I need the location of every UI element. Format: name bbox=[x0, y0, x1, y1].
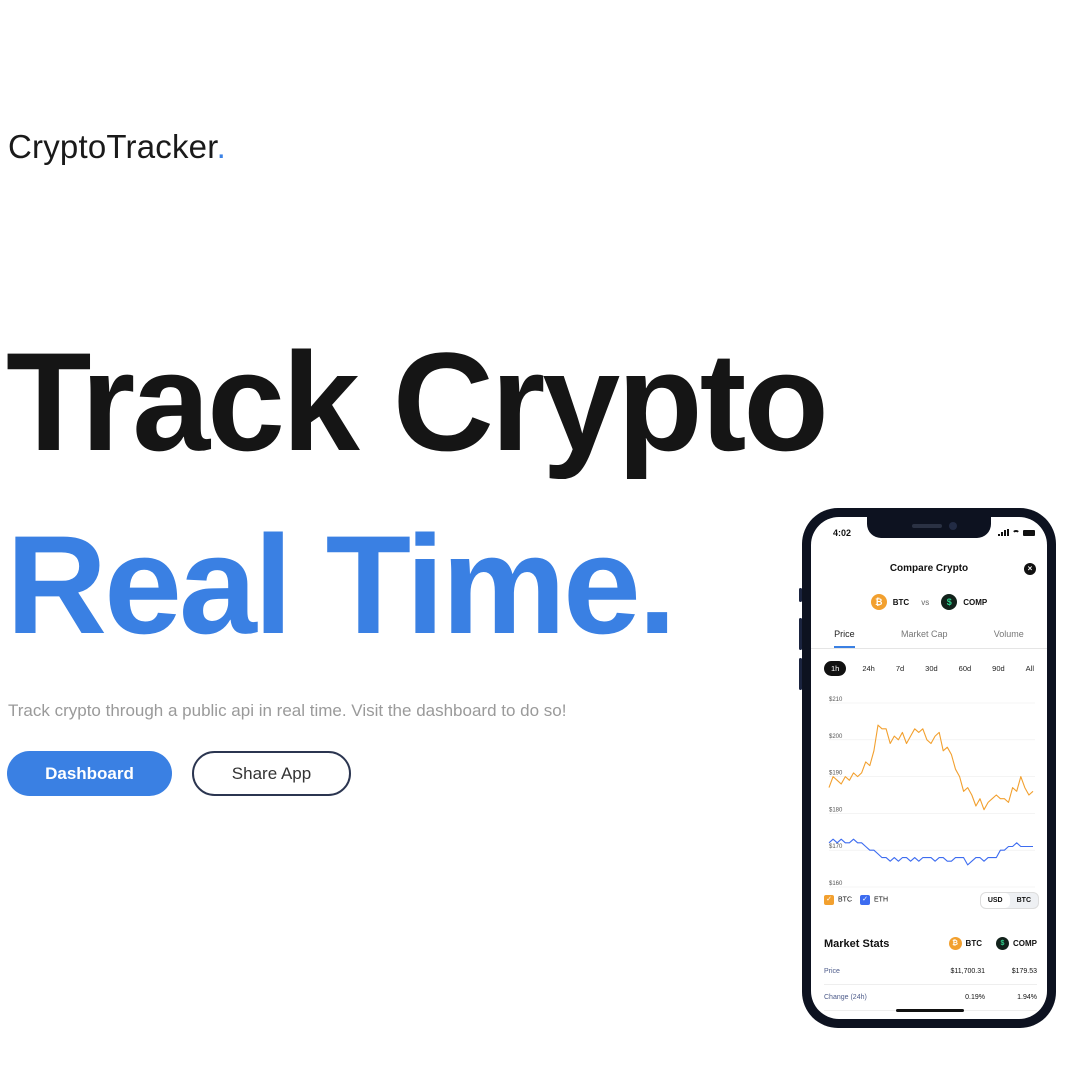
coin2-symbol[interactable]: COMP bbox=[963, 598, 987, 607]
bitcoin-icon: ₿ bbox=[948, 937, 962, 950]
y-tick-label: $160 bbox=[829, 881, 843, 887]
status-icons bbox=[998, 529, 1035, 536]
compound-icon: $ bbox=[941, 594, 958, 610]
hero-title-line2: Real Time. bbox=[6, 506, 677, 663]
signal-icon bbox=[998, 529, 1009, 536]
stats-label: Price bbox=[824, 968, 840, 975]
chart-legend: ✓ BTC ✓ ETH bbox=[824, 895, 888, 905]
stats-value-btc: 0.19% bbox=[965, 994, 985, 1001]
tab-market-cap[interactable]: Market Cap bbox=[901, 625, 948, 648]
coin-pair: ₿ BTC vs $ COMP bbox=[811, 594, 1047, 610]
y-tick-label: $180 bbox=[829, 807, 843, 813]
phone-mockup: 4:02 Compare Crypto × ₿ BTC vs $ COMP Pr… bbox=[799, 508, 1056, 1028]
tab-price[interactable]: Price bbox=[834, 625, 855, 648]
brand-name: CryptoTracker bbox=[8, 128, 217, 165]
brand-logo[interactable]: CryptoTracker. bbox=[8, 128, 226, 166]
range-90d[interactable]: 90d bbox=[987, 661, 1010, 676]
y-tick-label: $210 bbox=[829, 697, 843, 703]
check-icon: ✓ bbox=[824, 895, 834, 905]
currency-toggle: USD BTC bbox=[979, 892, 1039, 909]
price-chart: $210 $200 $190 $180 $170 $160 bbox=[828, 697, 1035, 888]
compare-title: Compare Crypto bbox=[889, 563, 969, 574]
phone-mute-switch bbox=[799, 588, 802, 602]
y-tick-label: $170 bbox=[829, 844, 843, 850]
wifi-icon bbox=[1012, 530, 1020, 536]
brand-dot: . bbox=[216, 128, 226, 165]
phone-volume-up bbox=[799, 618, 802, 650]
legend-btc-label: BTC bbox=[838, 896, 852, 904]
metric-tabs: Price Market Cap Volume bbox=[811, 625, 1047, 649]
series-line-btc bbox=[828, 724, 1034, 811]
bitcoin-icon: ₿ bbox=[870, 594, 887, 610]
stats-row-price: Price $11,700.31 $179.53 bbox=[824, 968, 1037, 985]
range-24h[interactable]: 24h bbox=[857, 661, 880, 676]
compound-icon: $ bbox=[996, 937, 1009, 950]
range-30d[interactable]: 30d bbox=[920, 661, 943, 676]
stats-coin1: BTC bbox=[965, 939, 982, 948]
time-range-selector: 1h 24h 7d 30d 60d 90d All bbox=[824, 661, 1039, 676]
status-time: 4:02 bbox=[833, 528, 852, 538]
dashboard-button[interactable]: Dashboard bbox=[7, 751, 172, 796]
currency-usd[interactable]: USD bbox=[980, 893, 1010, 908]
currency-btc[interactable]: BTC bbox=[1010, 893, 1038, 908]
phone-volume-down bbox=[799, 658, 802, 690]
stats-label: Change (24h) bbox=[824, 994, 867, 1001]
stats-value-comp: $179.53 bbox=[1011, 968, 1037, 975]
range-1h[interactable]: 1h bbox=[824, 661, 847, 676]
phone-notch bbox=[867, 517, 991, 538]
y-tick-label: $190 bbox=[829, 771, 843, 777]
legend-eth-label: ETH bbox=[874, 896, 888, 904]
coin1-symbol[interactable]: BTC bbox=[893, 598, 909, 607]
range-7d[interactable]: 7d bbox=[891, 661, 909, 676]
stats-coin2: COMP bbox=[1013, 939, 1037, 948]
stats-value-comp: 1.94% bbox=[1017, 994, 1037, 1001]
close-icon[interactable]: × bbox=[1024, 563, 1036, 575]
home-indicator bbox=[896, 1009, 964, 1012]
hero-title-line1: Track Crypto bbox=[6, 323, 829, 480]
y-tick-label: $200 bbox=[829, 734, 843, 740]
share-app-button[interactable]: Share App bbox=[192, 751, 351, 796]
market-stats-header: Market Stats ₿ BTC $ COMP bbox=[824, 937, 1037, 950]
phone-screen: 4:02 Compare Crypto × ₿ BTC vs $ COMP Pr… bbox=[811, 517, 1047, 1019]
range-60d[interactable]: 60d bbox=[954, 661, 977, 676]
series-line-eth bbox=[828, 838, 1033, 866]
battery-icon bbox=[1023, 530, 1035, 536]
market-stats-title: Market Stats bbox=[824, 937, 890, 950]
vs-label: vs bbox=[921, 597, 930, 607]
stats-value-btc: $11,700.31 bbox=[950, 968, 985, 975]
range-all[interactable]: All bbox=[1021, 661, 1039, 676]
legend-btc[interactable]: ✓ BTC bbox=[824, 895, 852, 905]
legend-eth[interactable]: ✓ ETH bbox=[860, 895, 888, 905]
tab-volume[interactable]: Volume bbox=[994, 625, 1024, 648]
hero-subtitle: Track crypto through a public api in rea… bbox=[8, 701, 567, 720]
check-icon: ✓ bbox=[860, 895, 870, 905]
